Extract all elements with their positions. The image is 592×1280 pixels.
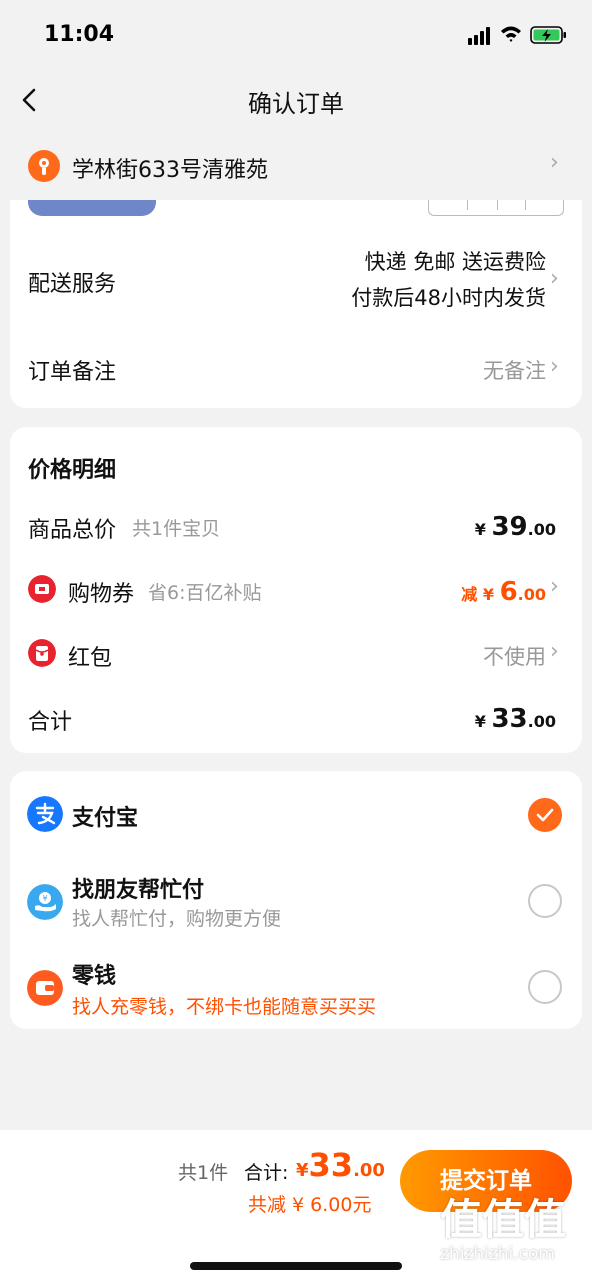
order-remark-row[interactable]: 订单备注 无备注 ›: [10, 346, 582, 392]
chevron-right-icon: ›: [550, 639, 559, 664]
red-packet-icon: [28, 639, 56, 667]
home-indicator: [190, 1262, 402, 1270]
alipay-icon: [27, 796, 63, 832]
item-count: 共1件: [178, 1162, 229, 1184]
bottom-total-price: ¥33.00: [296, 1146, 385, 1184]
redpacket-row[interactable]: 红包 不使用 ›: [10, 628, 582, 678]
delivery-method: 快递 免邮 送运费险: [364, 250, 546, 274]
friend-pay-label: 找朋友帮忙付: [72, 878, 205, 903]
payment-option-change[interactable]: 零钱 找人充零钱，不绑卡也能随意买买买: [10, 952, 582, 1022]
friend-pay-desc: 找人帮忙付，购物更方便: [72, 908, 282, 930]
change-radio[interactable]: [528, 970, 562, 1004]
redpacket-label: 红包: [68, 646, 113, 671]
remark-label: 订单备注: [28, 360, 117, 385]
remark-value: 无备注: [483, 359, 546, 383]
goods-count: 共1件宝贝: [132, 518, 221, 540]
battery-charging-icon: [530, 26, 566, 44]
alipay-radio[interactable]: [528, 798, 562, 832]
change-desc: 找人充零钱，不绑卡也能随意买买买: [72, 996, 377, 1018]
coupon-desc: 省6:百亿补贴: [148, 582, 262, 604]
chevron-right-icon: ›: [550, 266, 559, 291]
svg-text:¥: ¥: [42, 894, 47, 903]
payment-option-friend-pay[interactable]: ¥ 找朋友帮忙付 找人帮忙付，购物更方便: [10, 866, 582, 936]
change-label: 零钱: [72, 964, 117, 989]
delivery-time: 付款后48小时内发货: [351, 286, 546, 310]
page-title: 确认订单: [248, 90, 344, 118]
payment-option-alipay[interactable]: 支付宝: [10, 786, 582, 846]
delivery-label: 配送服务: [28, 272, 117, 297]
product-thumbnail: [28, 200, 156, 216]
coupon-row[interactable]: 购物券 省6:百亿补贴 减 ¥ 6.00 ›: [10, 562, 582, 616]
address-bar[interactable]: 学林街633号清雅苑 ›: [0, 132, 592, 200]
friend-pay-hand-icon: ¥: [27, 884, 63, 920]
coupon-ticket-icon: [28, 575, 56, 603]
bottom-discount: 共减 ¥ 6.00元: [248, 1194, 372, 1216]
coupon-label: 购物券: [68, 582, 135, 607]
bottom-total-label: 合计:: [244, 1162, 289, 1184]
status-time: 11:04: [44, 22, 115, 47]
redpacket-value: 不使用: [483, 645, 546, 669]
price-detail-title: 价格明细: [28, 458, 117, 483]
goods-total-price: ¥ 39.00: [474, 512, 556, 542]
goods-total-label: 商品总价: [28, 518, 117, 543]
location-pin-icon: [28, 150, 60, 182]
site-watermark: 值值值 zhizhizhi.com: [440, 1195, 567, 1265]
checkmark-icon: [536, 808, 554, 822]
coupon-discount: 减 ¥ 6.00: [461, 577, 546, 607]
total-price: ¥ 33.00: [474, 704, 556, 734]
chevron-right-icon: ›: [550, 354, 559, 379]
address-text: 学林街633号清雅苑: [72, 158, 268, 183]
friend-pay-radio[interactable]: [528, 884, 562, 918]
total-label: 合计: [28, 710, 73, 735]
chevron-right-icon: ›: [550, 574, 559, 599]
delivery-service-row[interactable]: 配送服务 快递 免邮 送运费险 付款后48小时内发货 ›: [10, 236, 582, 326]
chevron-right-icon: ›: [550, 150, 559, 175]
cellular-signal-icon: [468, 27, 492, 45]
alipay-label: 支付宝: [72, 806, 139, 831]
wallet-icon: [27, 970, 63, 1006]
quantity-stepper[interactable]: [428, 200, 564, 216]
wifi-icon: [501, 26, 521, 42]
